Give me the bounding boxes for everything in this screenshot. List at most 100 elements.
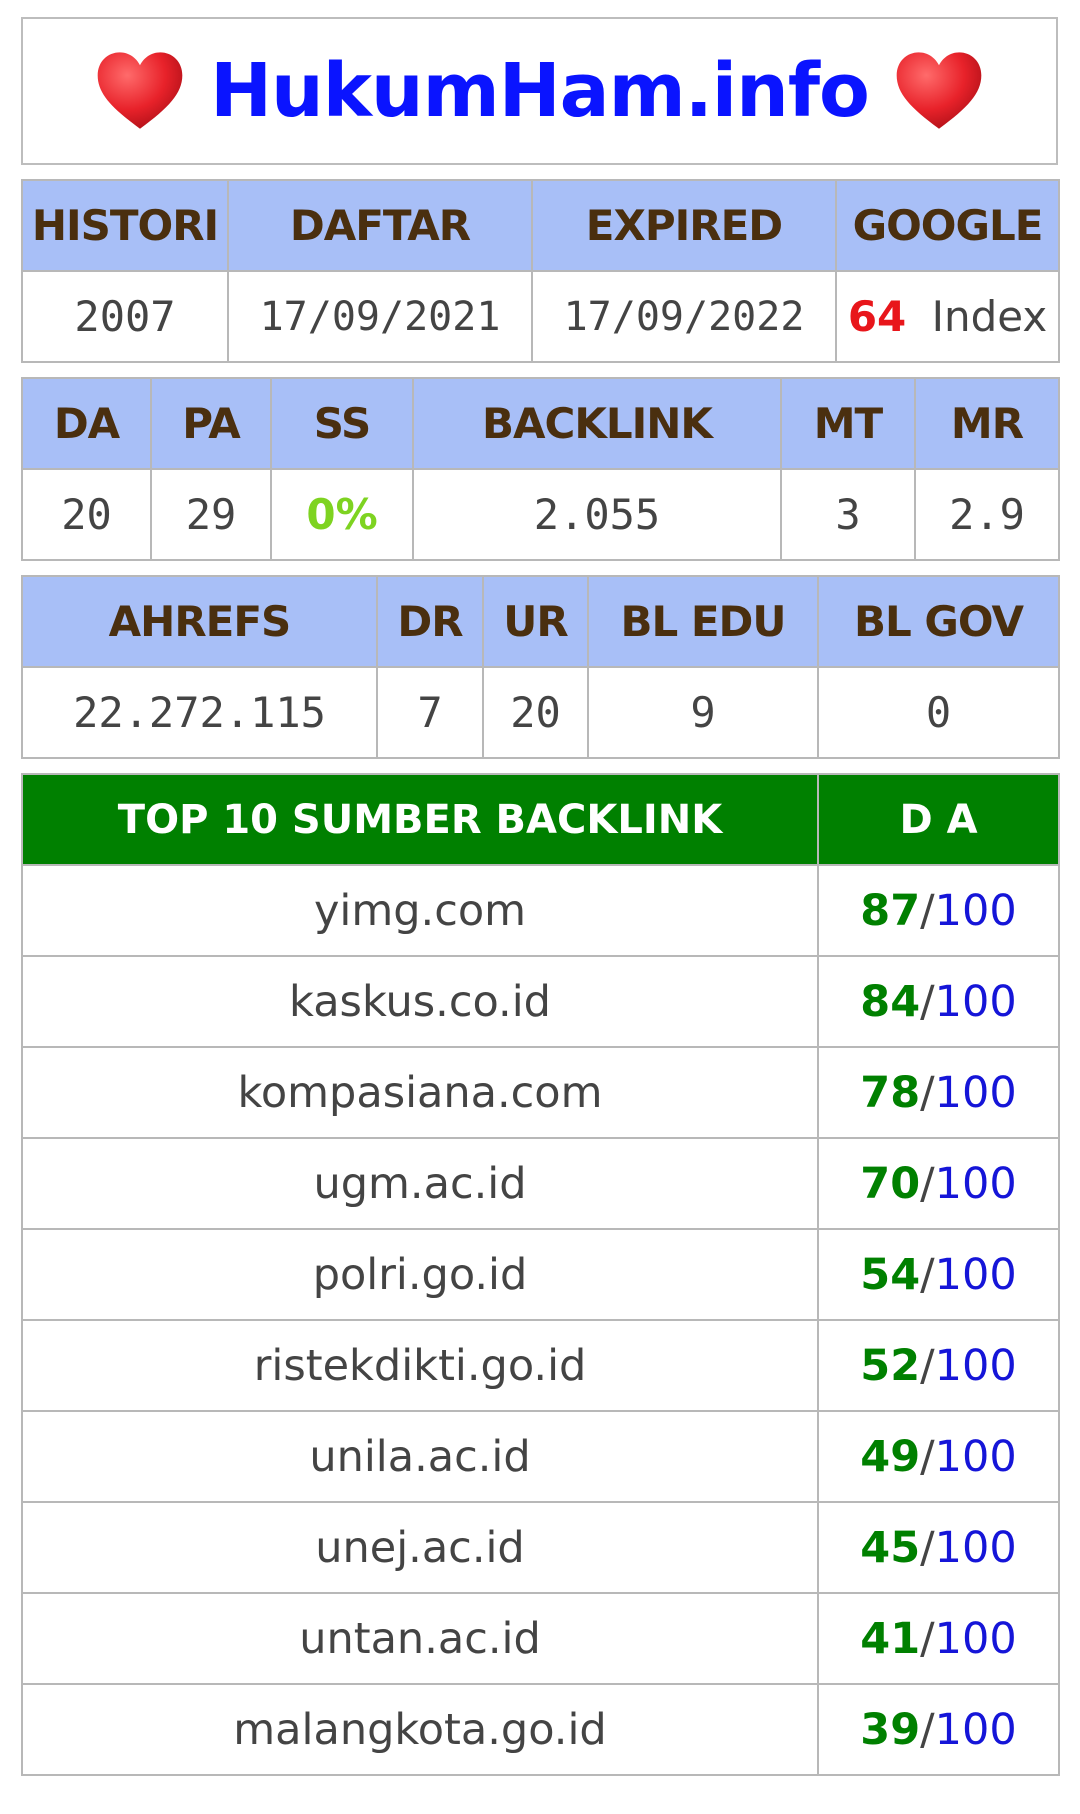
da-score-value: 41 <box>860 1613 921 1664</box>
table-row: yimg.com 87/100 <box>21 864 1060 957</box>
header-ur: UR <box>482 575 589 668</box>
backlink-rows: yimg.com 87/100 kaskus.co.id 84/100 kompasia… <box>21 864 1060 1776</box>
mt-value: 3 <box>780 468 916 561</box>
da-score-max: 100 <box>934 976 1017 1027</box>
expired-value: 17/09/2022 <box>531 270 837 363</box>
score-separator: / <box>920 1067 935 1118</box>
dr-value: 7 <box>376 666 484 759</box>
backlink-value: 2.055 <box>412 468 782 561</box>
header-dr: DR <box>376 575 484 668</box>
domain-info-table: HISTORI DAFTAR EXPIRED GOOGLE 2007 17/09… <box>21 179 1060 363</box>
table-row: malangkota.go.id 39/100 <box>21 1683 1060 1776</box>
score-separator: / <box>920 976 935 1027</box>
header-ahrefs: AHREFS <box>21 575 378 668</box>
score-separator: / <box>920 1158 935 1209</box>
table-row: untan.ac.id 41/100 <box>21 1592 1060 1685</box>
backlink-da-score: 54/100 <box>817 1228 1060 1321</box>
da-score-value: 87 <box>860 885 921 936</box>
table-row: unej.ac.id 45/100 <box>21 1501 1060 1594</box>
table-row: polri.go.id 54/100 <box>21 1228 1060 1321</box>
bl-edu-value: 9 <box>587 666 819 759</box>
backlink-da-score: 39/100 <box>817 1683 1060 1776</box>
top-backlinks-table: TOP 10 SUMBER BACKLINK D A yimg.com 87/10… <box>21 773 1060 1776</box>
da-score-value: 52 <box>860 1340 921 1391</box>
da-score-max: 100 <box>934 1613 1017 1664</box>
header-ss: SS <box>270 377 414 470</box>
header-pa: PA <box>150 377 272 470</box>
da-score-value: 54 <box>860 1249 921 1300</box>
da-score-max: 100 <box>934 1158 1017 1209</box>
backlink-da-score: 87/100 <box>817 864 1060 957</box>
table-header-row: TOP 10 SUMBER BACKLINK D A <box>21 773 1060 866</box>
table-row: kaskus.co.id 84/100 <box>21 955 1060 1048</box>
google-index-label: Index <box>931 292 1048 341</box>
da-score-value: 45 <box>860 1522 921 1573</box>
backlink-source-site: malangkota.go.id <box>21 1683 819 1776</box>
header-google: GOOGLE <box>835 179 1060 272</box>
table-row: 22.272.115 7 20 9 0 <box>21 666 1060 759</box>
header-mr: MR <box>914 377 1060 470</box>
table-row: ristekdikti.go.id 52/100 <box>21 1319 1060 1412</box>
bl-gov-value: 0 <box>817 666 1060 759</box>
site-title-link[interactable]: HukumHam.info <box>210 48 870 134</box>
backlink-source-site: ugm.ac.id <box>21 1137 819 1230</box>
pa-value: 29 <box>150 468 272 561</box>
score-separator: / <box>920 885 935 936</box>
table-header-row: AHREFS DR UR BL EDU BL GOV <box>21 575 1060 668</box>
table-row: kompasiana.com 78/100 <box>21 1046 1060 1139</box>
score-separator: / <box>920 1613 935 1664</box>
backlink-da-score: 45/100 <box>817 1501 1060 1594</box>
score-separator: / <box>920 1431 935 1482</box>
da-score-max: 100 <box>934 885 1017 936</box>
google-index-cell: 64 Index <box>835 270 1060 363</box>
google-index-count: 64 <box>847 292 907 341</box>
ahrefs-value: 22.272.115 <box>21 666 378 759</box>
da-score-max: 100 <box>934 1249 1017 1300</box>
heart-icon <box>896 52 982 129</box>
header-histori: HISTORI <box>21 179 229 272</box>
da-score-value: 78 <box>860 1067 921 1118</box>
backlink-source-site: unej.ac.id <box>21 1501 819 1594</box>
mr-value: 2.9 <box>914 468 1060 561</box>
backlink-da-score: 52/100 <box>817 1319 1060 1412</box>
backlink-da-score: 49/100 <box>817 1410 1060 1503</box>
site-title-box: HukumHam.info <box>21 17 1058 165</box>
ss-value: 0% <box>306 490 378 539</box>
header-backlink: BACKLINK <box>412 377 782 470</box>
table-row: unila.ac.id 49/100 <box>21 1410 1060 1503</box>
backlink-source-site: polri.go.id <box>21 1228 819 1321</box>
header-bl-edu: BL EDU <box>587 575 819 668</box>
ur-value: 20 <box>482 666 589 759</box>
metrics-table: DA PA SS BACKLINK MT MR 20 29 0% 2.055 3… <box>21 377 1060 561</box>
page-content: HukumHam.info HISTORI DAFTAR EXPIRED GOO… <box>21 17 1060 1776</box>
da-score-max: 100 <box>934 1522 1017 1573</box>
table-row: 2007 17/09/2021 17/09/2022 64 Index <box>21 270 1060 363</box>
da-score-max: 100 <box>934 1704 1017 1755</box>
backlink-source-site: kaskus.co.id <box>21 955 819 1048</box>
header-da-score: D A <box>817 773 1060 866</box>
score-separator: / <box>920 1522 935 1573</box>
da-score-max: 100 <box>934 1340 1017 1391</box>
ss-cell: 0% <box>270 468 414 561</box>
backlink-source-site: yimg.com <box>21 864 819 957</box>
backlink-da-score: 78/100 <box>817 1046 1060 1139</box>
backlink-source-site: untan.ac.id <box>21 1592 819 1685</box>
score-separator: / <box>920 1249 935 1300</box>
da-score-value: 84 <box>860 976 921 1027</box>
ahrefs-table: AHREFS DR UR BL EDU BL GOV 22.272.115 7 … <box>21 575 1060 759</box>
backlink-source-site: ristekdikti.go.id <box>21 1319 819 1412</box>
backlink-da-score: 70/100 <box>817 1137 1060 1230</box>
daftar-value: 17/09/2021 <box>227 270 533 363</box>
header-top-sources: TOP 10 SUMBER BACKLINK <box>21 773 819 866</box>
header-bl-gov: BL GOV <box>817 575 1060 668</box>
score-separator: / <box>920 1704 935 1755</box>
da-score-value: 70 <box>860 1158 921 1209</box>
da-value: 20 <box>21 468 152 561</box>
table-row: 20 29 0% 2.055 3 2.9 <box>21 468 1060 561</box>
table-header-row: DA PA SS BACKLINK MT MR <box>21 377 1060 470</box>
heart-icon <box>97 52 183 129</box>
score-separator: / <box>920 1340 935 1391</box>
header-mt: MT <box>780 377 916 470</box>
histori-value: 2007 <box>21 270 229 363</box>
backlink-source-site: kompasiana.com <box>21 1046 819 1139</box>
